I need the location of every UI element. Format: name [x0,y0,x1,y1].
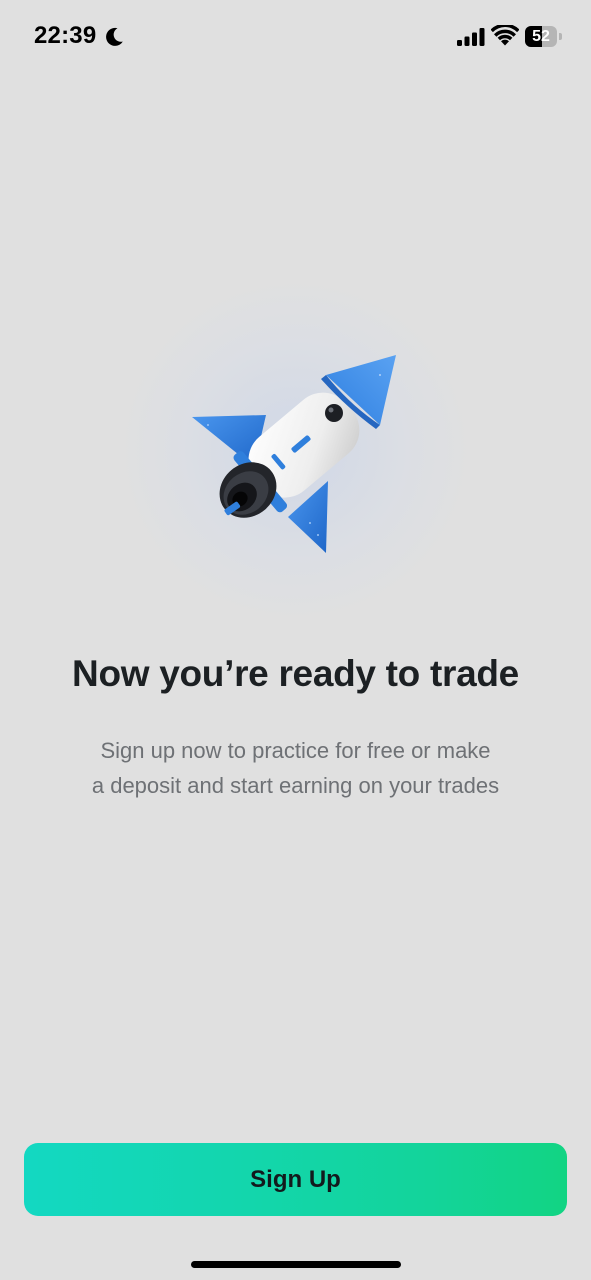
subtitle-line-1: Sign up now to practice for free or make [100,738,491,763]
subtitle: Sign up now to practice for free or make… [40,733,551,803]
rocket-icon [192,355,396,553]
sign-up-button[interactable]: Sign Up [24,1143,567,1216]
wifi-icon [491,25,519,46]
home-indicator[interactable] [191,1261,401,1268]
battery-level: 52 [532,28,550,45]
headline: Now you’re ready to trade [72,653,519,694]
moon-icon [106,27,123,46]
battery-icon: 52 [525,26,563,48]
sign-up-label: Sign Up [250,1165,341,1193]
status-bar: 22:39 52 [0,0,591,76]
status-time: 22:39 [34,22,97,49]
subtitle-line-2: a deposit and start earning on your trad… [91,773,500,798]
signal-icon [457,28,485,46]
